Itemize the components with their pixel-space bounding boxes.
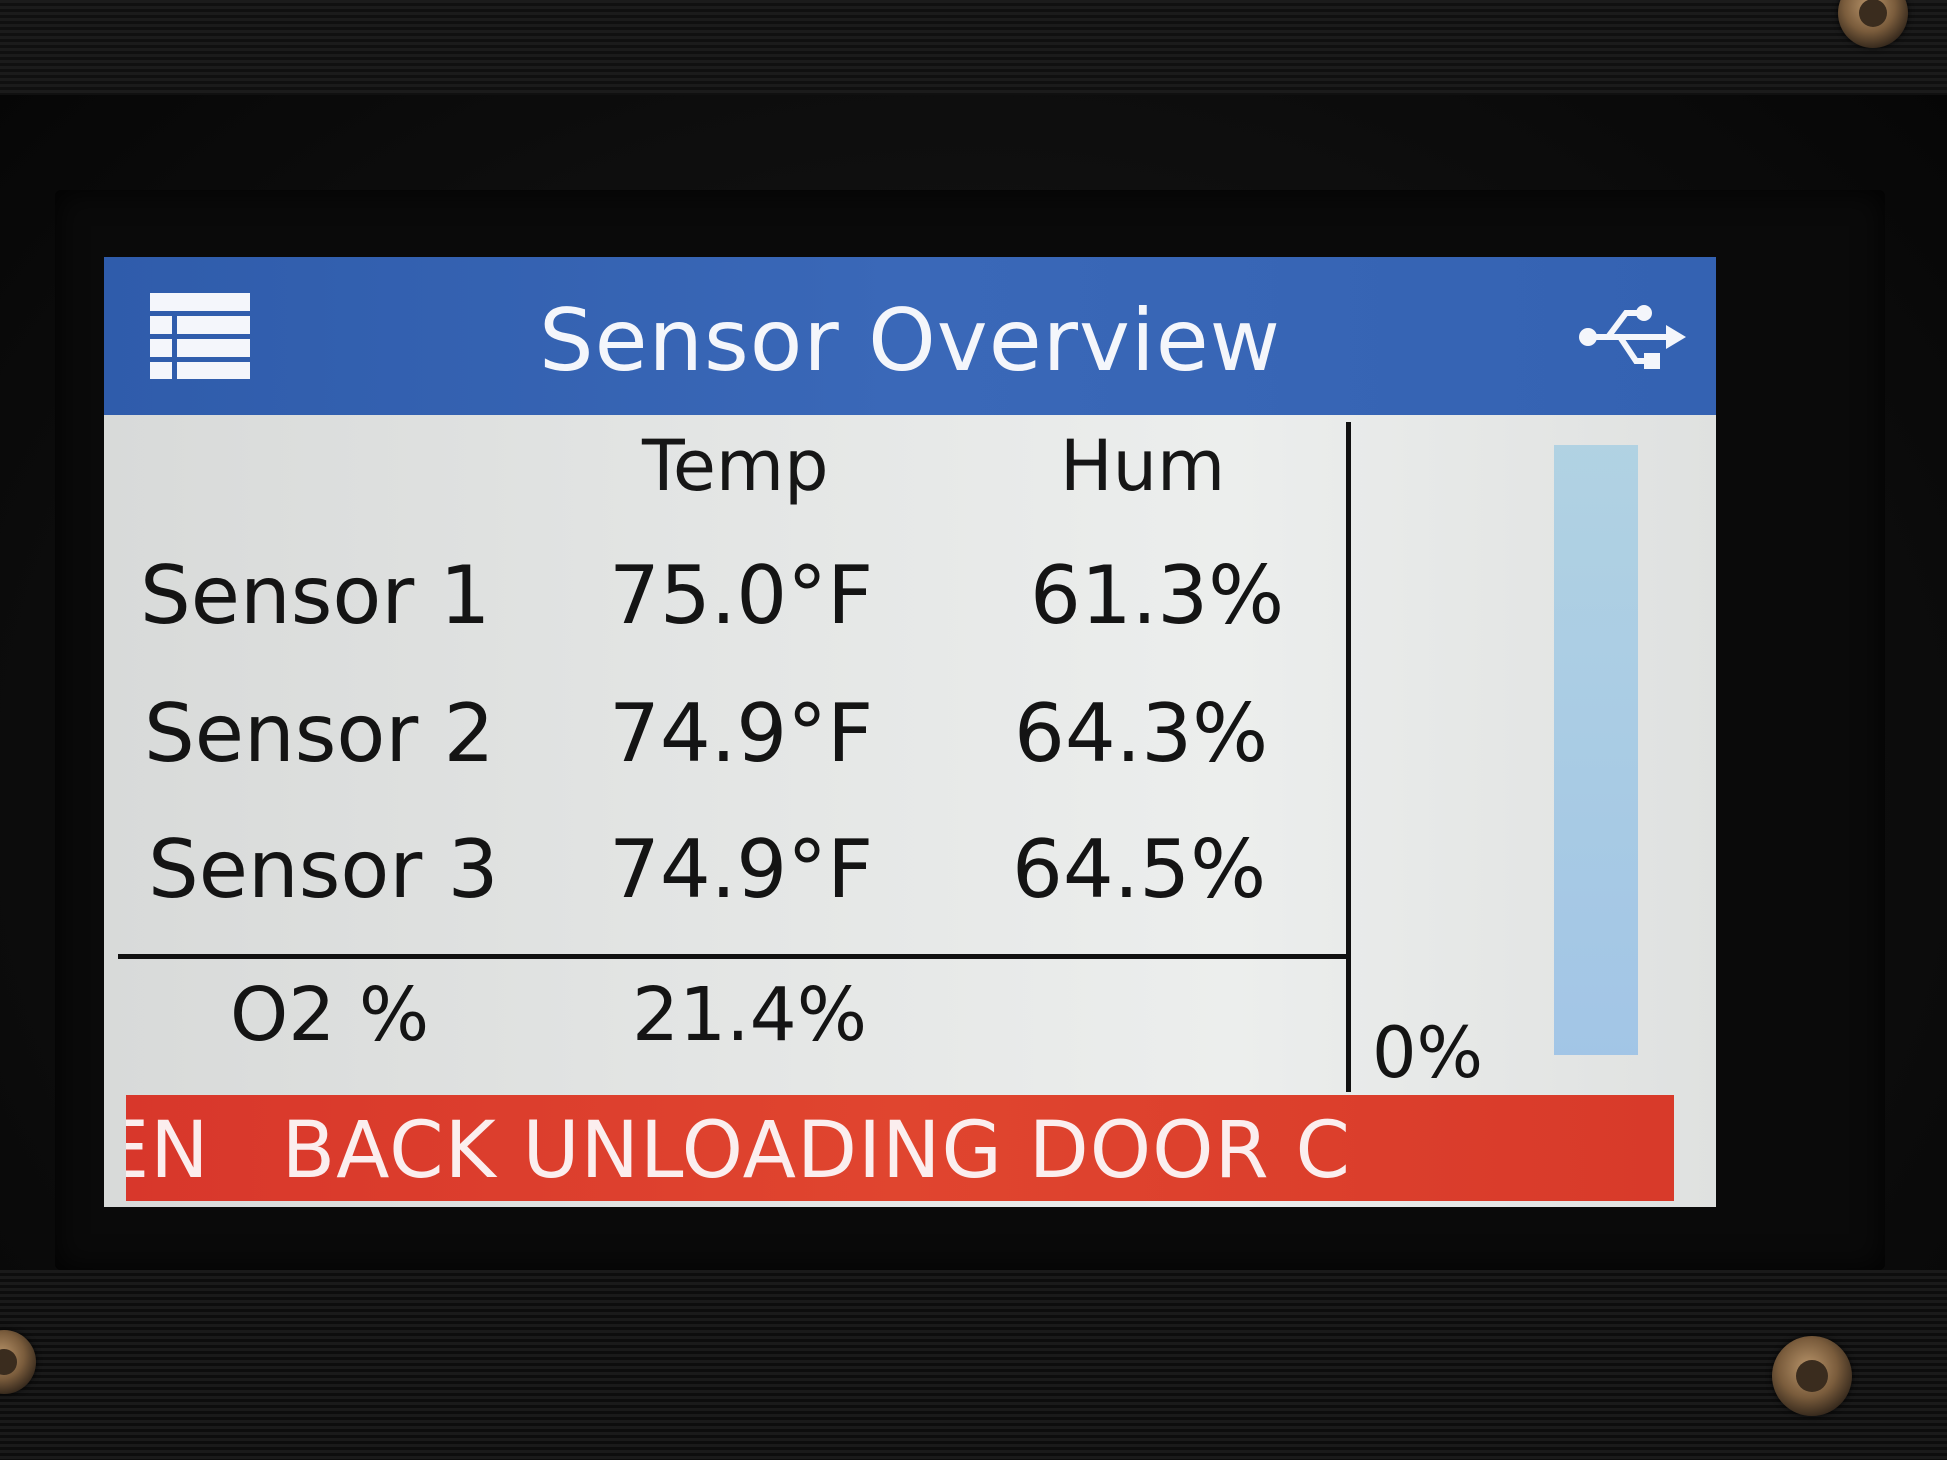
alert-message: BACK UNLOADING DOOR C [281, 1106, 1351, 1196]
alert-marquee: EN BACK UNLOADING DOOR C [126, 1095, 1351, 1201]
table-divider-vertical [1346, 422, 1351, 1092]
title-bar: Sensor Overview [104, 257, 1716, 415]
sensor-3-hum: 64.5% [1012, 823, 1267, 916]
sensor-2-temp: 74.9°F [609, 687, 874, 780]
level-percent: 0% [1372, 1012, 1484, 1094]
level-bar [1554, 445, 1638, 1055]
alert-banner: EN BACK UNLOADING DOOR C [126, 1095, 1674, 1201]
sensor-1-temp: 75.0°F [609, 549, 874, 642]
page-title: Sensor Overview [538, 291, 1281, 391]
o2-label: O2 % [230, 972, 430, 1058]
sensor-3-label: Sensor 3 [148, 823, 499, 916]
usb-icon [1579, 305, 1686, 369]
lcd-screen: Sensor Overview Temp Hum Sensor 1 75.0°F… [104, 257, 1716, 1207]
sensor-2-hum: 64.3% [1014, 687, 1269, 780]
table-divider-horizontal [118, 954, 1349, 959]
column-header-hum: Hum [1060, 425, 1226, 507]
sensor-3-temp: 74.9°F [609, 823, 874, 916]
level-bar-fill [1554, 445, 1638, 1055]
alert-lead-text: EN [126, 1106, 210, 1196]
sensor-1-label: Sensor 1 [140, 549, 491, 642]
column-header-temp: Temp [642, 425, 829, 507]
device-housing-top [0, 0, 1947, 95]
device-housing-bottom [0, 1270, 1947, 1460]
sensor-1-hum: 61.3% [1030, 549, 1285, 642]
bottom-right-screw [1772, 1336, 1852, 1416]
o2-value: 21.4% [632, 972, 868, 1058]
sensor-2-label: Sensor 2 [144, 687, 495, 780]
